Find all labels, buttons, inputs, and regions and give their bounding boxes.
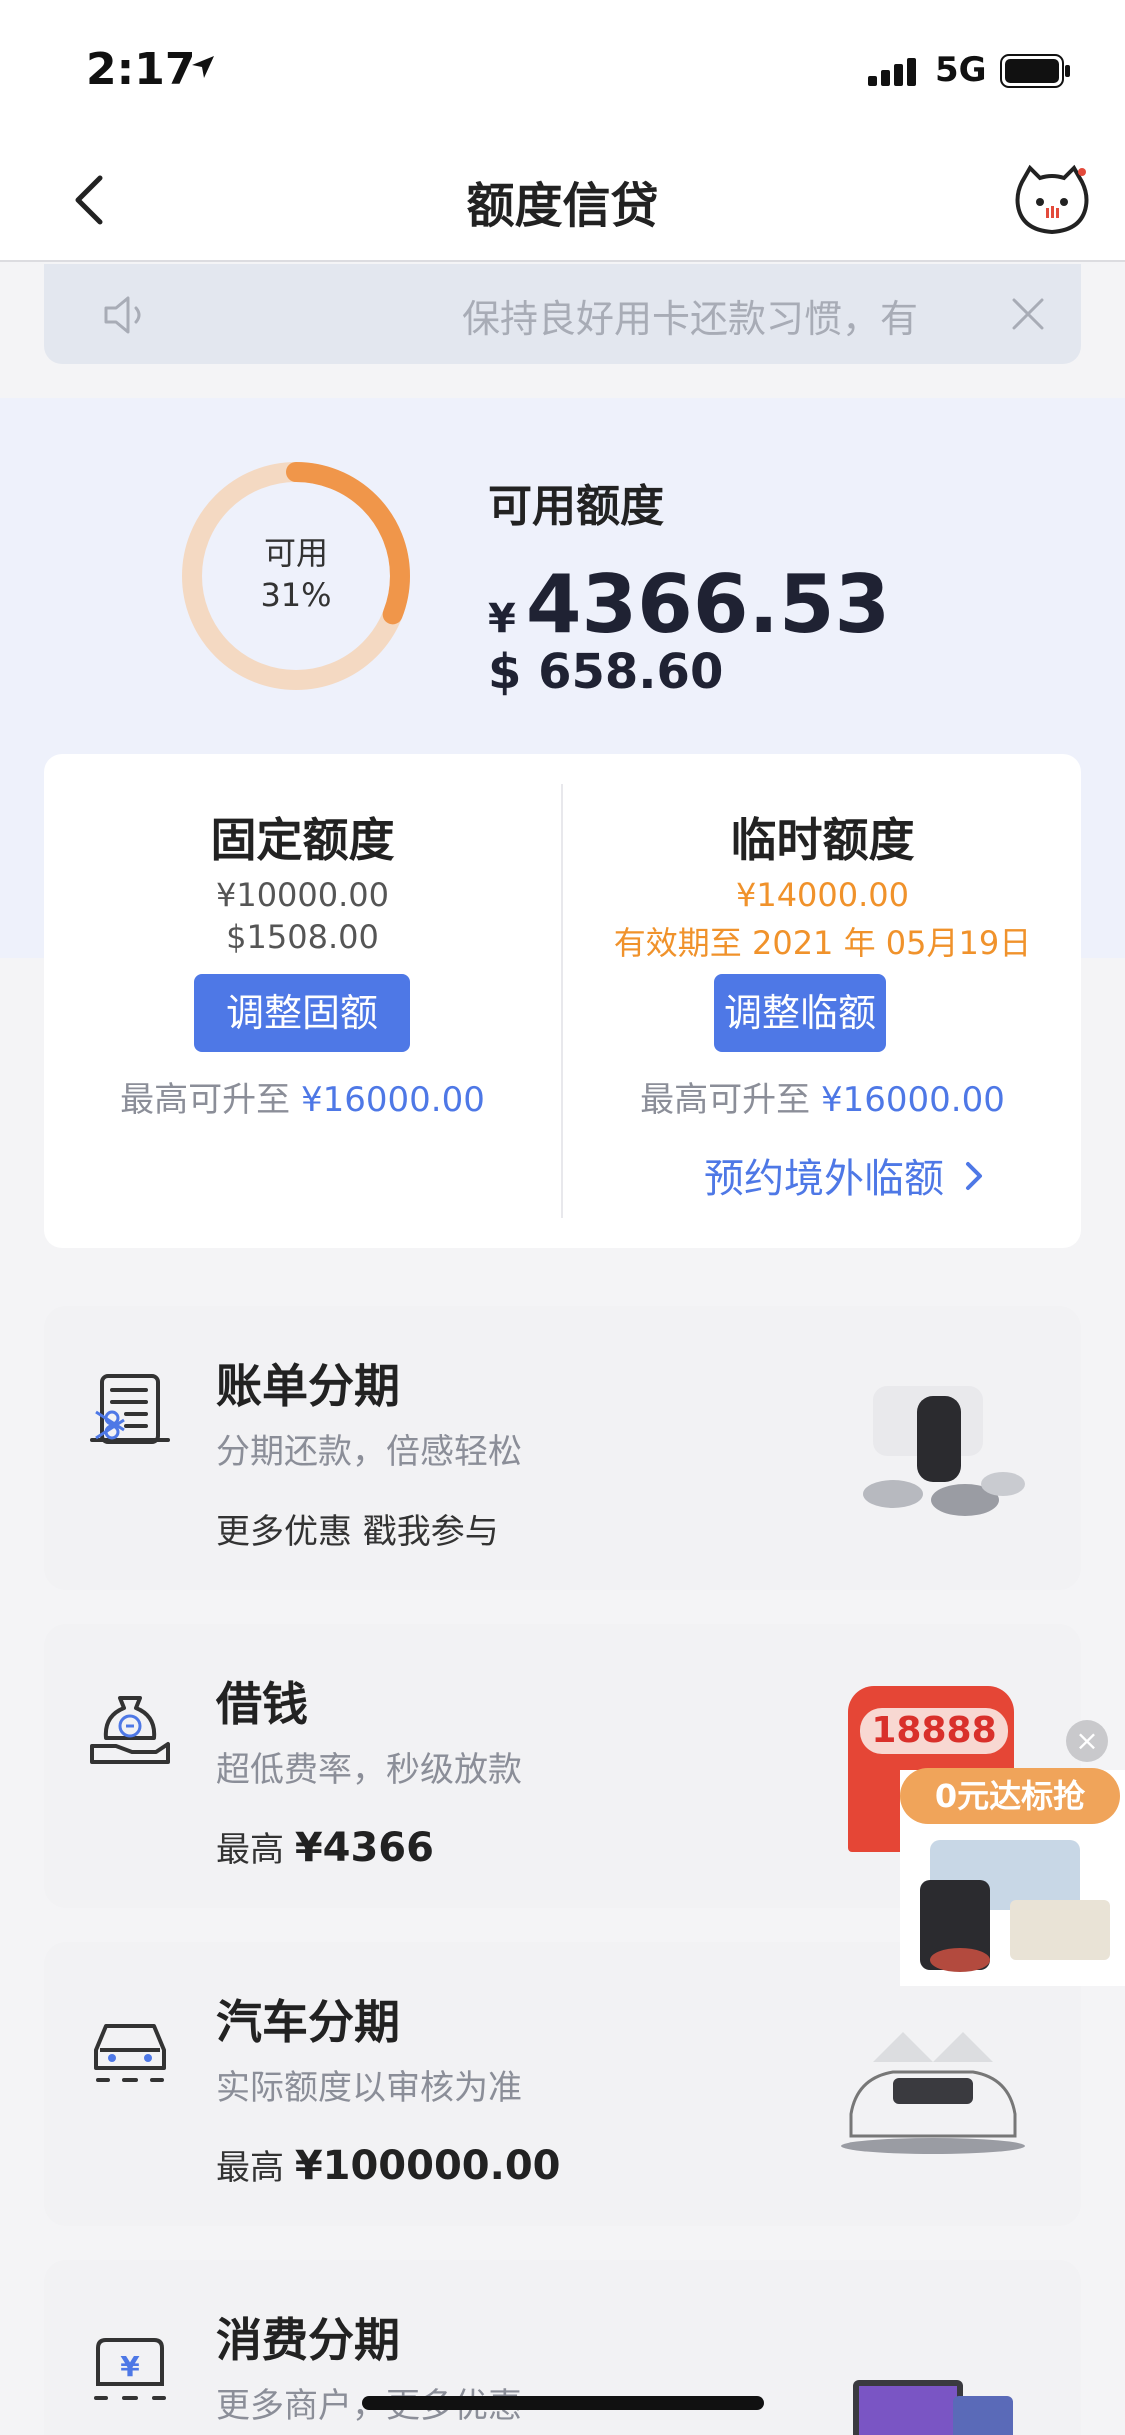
bill-installment-card[interactable]: 账单分期 分期还款，倍感轻松 更多优惠 戳我参与 — [44, 1306, 1081, 1590]
notice-bar[interactable]: 保持良好用卡还款习惯，有 — [44, 264, 1081, 364]
card-title: 账单分期 — [216, 1359, 400, 1413]
promo-badge: 18888 — [860, 1708, 1008, 1754]
fixed-limit-usd: $1508.00 — [226, 918, 379, 956]
temp-limit-cny: ¥14000.00 — [735, 876, 910, 914]
overseas-link-label: 预约境外临额 — [704, 1156, 944, 1202]
card-subtitle: 实际额度以审核为准 — [216, 2068, 522, 2108]
speaker-icon — [104, 296, 141, 334]
home-indicator[interactable] — [362, 2396, 764, 2410]
fixed-limit-column: 固定额度 ¥10000.00 $1508.00 调整固额 最高可升至 ¥1600… — [44, 754, 561, 1248]
electronics-image — [853, 2380, 1013, 2435]
fixed-max-text: 最高可升至 ¥16000.00 — [44, 1072, 561, 1121]
fixed-limit-title: 固定额度 — [210, 813, 395, 867]
status-bar: 2:17 5G — [0, 0, 1125, 140]
temp-max-prefix: 最高可升至 — [640, 1080, 811, 1120]
temp-limit-title: 临时额度 — [730, 813, 915, 867]
card-foot: 最高 ¥4366 — [216, 1822, 434, 1871]
adjust-fixed-button[interactable]: 调整固额 — [194, 974, 410, 1052]
temp-max-text: 最高可升至 ¥16000.00 — [564, 1072, 1081, 1121]
cny-amount: 4366.53 — [525, 558, 891, 651]
chevron-right-icon — [966, 1162, 982, 1190]
location-arrow-icon — [192, 56, 214, 78]
svg-text:¥: ¥ — [120, 2350, 140, 2383]
card-title: 借钱 — [216, 1677, 308, 1731]
money-bag-hand-icon — [90, 1696, 170, 1764]
card-foot-prefix: 最高 — [216, 1830, 284, 1870]
card-foot-value: ¥4366 — [294, 1825, 434, 1871]
available-title: 可用额度 — [488, 481, 664, 532]
available-cny: ¥4366.53 — [488, 558, 890, 651]
divider — [561, 784, 563, 1218]
card-foot: 更多优惠 戳我参与 — [216, 1512, 499, 1552]
ring-label: 可用 31% — [178, 532, 414, 616]
household-goods-image — [863, 1386, 1025, 1516]
ring-label-text: 可用 — [263, 534, 328, 572]
close-icon[interactable] — [1004, 290, 1052, 338]
fixed-max-prefix: 最高可升至 — [120, 1080, 291, 1120]
card-title: 汽车分期 — [216, 1995, 400, 2049]
car-icon — [94, 2024, 166, 2082]
nav-bar: 额度信贷 — [0, 140, 1125, 262]
yuan-bag-icon: ¥ — [94, 2338, 166, 2400]
signal-icon — [868, 58, 916, 86]
network-type: 5G — [935, 50, 987, 90]
mascot-icon[interactable] — [1012, 160, 1092, 240]
temp-max-value: ¥16000.00 — [820, 1080, 1005, 1120]
page-title: 额度信贷 — [466, 178, 659, 234]
card-foot-prefix: 最高 — [216, 2148, 284, 2188]
ring-percent: 31% — [260, 576, 332, 614]
notice-text: 保持良好用卡还款习惯，有 — [462, 297, 919, 341]
promo-pill[interactable]: 0元达标抢 — [900, 1768, 1120, 1824]
battery-icon — [1000, 54, 1070, 88]
card-title: 消费分期 — [216, 2313, 400, 2367]
fixed-max-value: ¥16000.00 — [300, 1080, 485, 1120]
car-image — [841, 2032, 1025, 2154]
cny-symbol: ¥ — [488, 596, 516, 642]
temp-limit-column: 临时额度 ¥14000.00 有效期至 2021 年 05月19日 调整临额 最… — [564, 754, 1081, 1248]
adjust-temp-button[interactable]: 调整临额 — [714, 974, 886, 1052]
card-subtitle: 超低费率，秒级放款 — [216, 1750, 522, 1790]
card-foot-value: ¥100000.00 — [294, 2143, 561, 2189]
card-subtitle: 分期还款，倍感轻松 — [216, 1432, 522, 1472]
temp-limit-validity: 有效期至 2021 年 05月19日 — [613, 924, 1032, 962]
available-usd: $ 658.60 — [488, 644, 724, 700]
status-time: 2:17 — [86, 44, 196, 95]
card-foot: 最高 ¥100000.00 — [216, 2140, 561, 2189]
fixed-limit-cny: ¥10000.00 — [215, 876, 390, 914]
bill-icon — [90, 1374, 170, 1444]
overseas-temp-link[interactable]: 预约境外临额 — [704, 1146, 986, 1204]
promo-close-icon[interactable]: × — [1066, 1720, 1108, 1762]
limits-card: 固定额度 ¥10000.00 $1508.00 调整固额 最高可升至 ¥1600… — [44, 754, 1081, 1248]
